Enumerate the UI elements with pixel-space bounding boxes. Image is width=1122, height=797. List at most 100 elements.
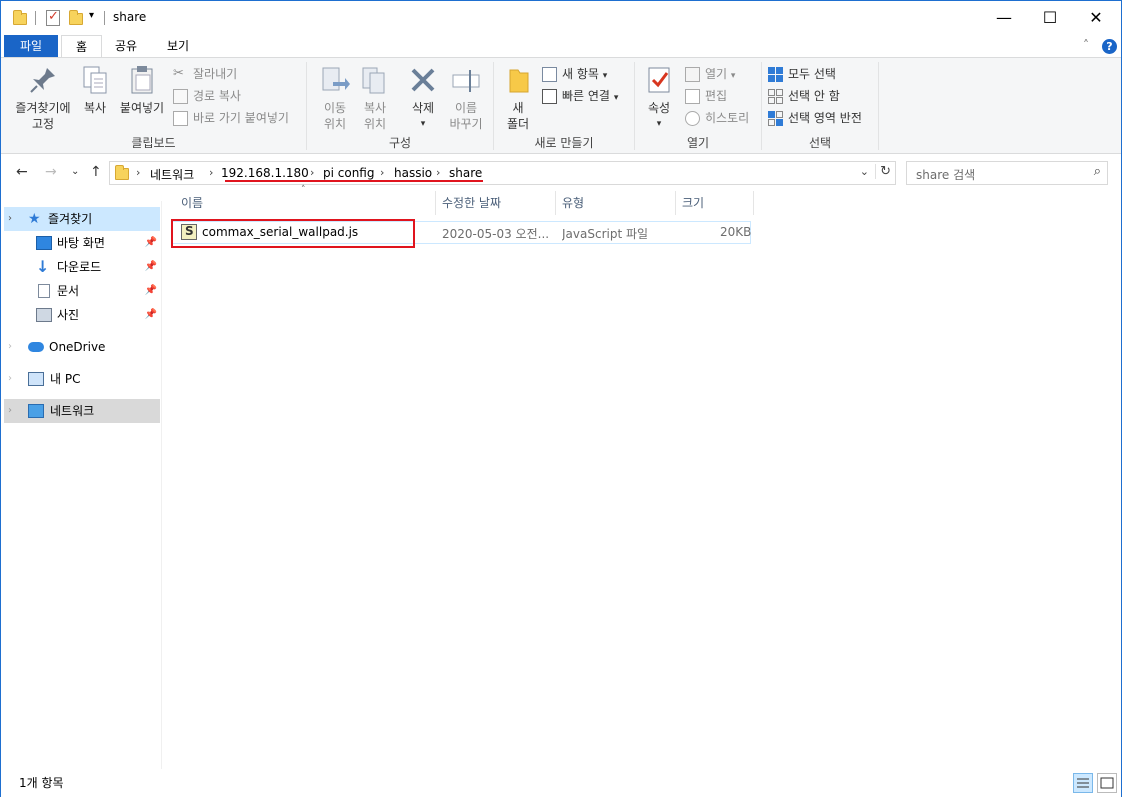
delete-button[interactable]: 삭제 ▾ (405, 64, 441, 132)
sidebar-item-network[interactable]: › 네트워크 (4, 399, 160, 423)
copy-button[interactable]: 복사 (77, 64, 113, 116)
chevron-right-icon[interactable]: › (436, 166, 440, 179)
customize-quick-access-icon[interactable]: ▾ (89, 10, 94, 21)
address-dropdown-icon[interactable]: ⌄ (860, 165, 869, 178)
breadcrumb-host[interactable]: 192.168.1.180 (221, 166, 309, 180)
breadcrumb-share[interactable]: share (449, 166, 482, 180)
expand-chevron-icon[interactable]: › (8, 367, 12, 391)
delete-label: 삭제 (411, 101, 435, 115)
column-header-date[interactable]: 수정한 날짜 (442, 191, 501, 215)
column-header-name[interactable]: 이름 (181, 191, 203, 215)
easy-access-dropdown-icon: ▾ (613, 93, 619, 103)
cut-button[interactable]: ✂ 잘라내기 (173, 64, 237, 84)
toolbar-separator (35, 11, 36, 25)
tab-home[interactable]: 홈 (61, 35, 103, 57)
breadcrumb-hassio[interactable]: hassio (394, 166, 432, 180)
copy-path-button[interactable]: 경로 복사 (173, 86, 241, 106)
column-divider[interactable] (555, 191, 556, 215)
large-icons-view-icon[interactable] (1097, 773, 1117, 793)
select-all-button[interactable]: 모두 선택 (768, 64, 836, 84)
ribbon-tabs: 파일 홈 공유 보기 ˄ ? (1, 33, 1121, 57)
move-to-button[interactable]: 이동 위치 (315, 64, 355, 132)
chevron-right-icon[interactable]: › (310, 166, 314, 179)
ribbon-expand-icon[interactable]: ˄ (1083, 38, 1089, 52)
properties-dropdown-icon[interactable]: ▾ (641, 116, 677, 132)
column-divider[interactable] (435, 191, 436, 215)
new-folder-icon[interactable] (69, 10, 83, 25)
search-icon[interactable]: ⌕ (1094, 164, 1101, 179)
new-folder-label-line1: 새 (512, 101, 524, 115)
sidebar-item-this-pc[interactable]: › 내 PC (4, 367, 160, 391)
chevron-right-icon[interactable]: › (209, 166, 213, 179)
expand-chevron-icon[interactable]: › (8, 207, 12, 231)
delete-dropdown-icon[interactable]: ▾ (405, 116, 441, 132)
expand-chevron-icon[interactable]: › (8, 399, 12, 423)
properties-button[interactable]: 속성 ▾ (641, 64, 677, 132)
pin-icon[interactable]: 📌 (145, 303, 157, 327)
pin-icon[interactable]: 📌 (145, 279, 157, 303)
title-bar: ▾ share — ☐ ✕ (1, 1, 1121, 33)
refresh-icon[interactable]: ↻ (875, 164, 891, 179)
pin-icon (27, 64, 59, 96)
open-button[interactable]: 열기 ▾ (685, 64, 735, 84)
tab-share[interactable]: 공유 (101, 35, 151, 57)
search-input[interactable]: share 검색 ⌕ (906, 161, 1108, 185)
paste-button[interactable]: 붙여넣기 (117, 64, 167, 116)
breadcrumb-pi-config[interactable]: pi config (323, 166, 375, 180)
rename-label-line1: 이름 (454, 101, 478, 115)
column-divider[interactable] (753, 191, 754, 215)
paste-shortcut-button[interactable]: 바로 가기 붙여넣기 (173, 108, 289, 128)
new-item-label: 새 항목 (562, 67, 599, 81)
sidebar-item-desktop[interactable]: 바탕 화면 📌 (4, 231, 160, 255)
tab-file[interactable]: 파일 (4, 35, 59, 57)
new-folder-button[interactable]: 새 폴더 (502, 64, 534, 132)
column-divider[interactable] (675, 191, 676, 215)
pin-to-quick-access-button[interactable]: 즐겨찾기에 고정 (9, 64, 77, 132)
sidebar-label: 즐겨찾기 (48, 212, 93, 226)
sidebar-item-downloads[interactable]: ↓ 다운로드 📌 (4, 255, 160, 279)
sidebar-item-quick-access[interactable]: › ★ 즐겨찾기 (4, 207, 160, 231)
new-item-icon (542, 67, 557, 82)
help-icon[interactable]: ? (1102, 39, 1117, 54)
close-button[interactable]: ✕ (1073, 1, 1119, 33)
copy-to-icon (359, 64, 391, 96)
column-header-size[interactable]: 크기 (682, 191, 704, 215)
clipboard-group: 즐겨찾기에 고정 복사 붙여넣기 ✂ 잘라내기 경로 복사 바로 가기 붙여넣기… (1, 58, 306, 154)
file-date: 2020-05-03 오전... (442, 227, 550, 241)
maximize-button[interactable]: ☐ (1027, 1, 1073, 33)
sidebar-item-onedrive[interactable]: › OneDrive (4, 335, 160, 359)
search-placeholder: share 검색 (916, 168, 976, 182)
edit-button[interactable]: 편집 (685, 86, 727, 106)
chevron-right-icon[interactable]: › (380, 166, 384, 179)
easy-access-button[interactable]: 빠른 연결 ▾ (542, 86, 618, 106)
chevron-right-icon[interactable]: › (136, 166, 140, 179)
forward-arrow-icon[interactable]: → (45, 164, 57, 180)
group-separator (878, 62, 879, 150)
new-item-button[interactable]: 새 항목 ▾ (542, 64, 607, 84)
invert-selection-button[interactable]: 선택 영역 반전 (768, 108, 862, 128)
column-header-type[interactable]: 유형 (562, 191, 584, 215)
copy-path-icon (173, 89, 188, 104)
rename-button[interactable]: 이름 바꾸기 (445, 64, 487, 132)
recent-locations-chevron-icon[interactable]: ⌄ (71, 166, 79, 177)
move-to-label-line1: 이동 (323, 101, 347, 115)
pin-label-line1: 즐겨찾기에 (15, 101, 71, 115)
select-none-button[interactable]: 선택 안 함 (768, 86, 840, 106)
tab-view[interactable]: 보기 (153, 35, 203, 57)
pin-icon[interactable]: 📌 (145, 231, 157, 255)
details-view-icon[interactable] (1073, 773, 1093, 793)
properties-icon[interactable] (46, 9, 60, 26)
sidebar-item-pictures[interactable]: 사진 📌 (4, 303, 160, 327)
organize-group-label: 구성 (388, 136, 412, 150)
expand-chevron-icon[interactable]: › (8, 335, 12, 359)
copy-path-label: 경로 복사 (193, 89, 241, 103)
pictures-icon (36, 308, 52, 322)
sidebar-item-documents[interactable]: 문서 📌 (4, 279, 160, 303)
pin-icon[interactable]: 📌 (145, 255, 157, 279)
up-arrow-icon[interactable]: ↑ (90, 164, 102, 180)
minimize-button[interactable]: — (981, 1, 1027, 33)
back-arrow-icon[interactable]: ← (16, 164, 28, 180)
breadcrumb-network[interactable]: 네트워크 (150, 166, 194, 183)
copy-to-button[interactable]: 복사 위치 (355, 64, 395, 132)
history-button[interactable]: 히스토리 (685, 108, 749, 128)
